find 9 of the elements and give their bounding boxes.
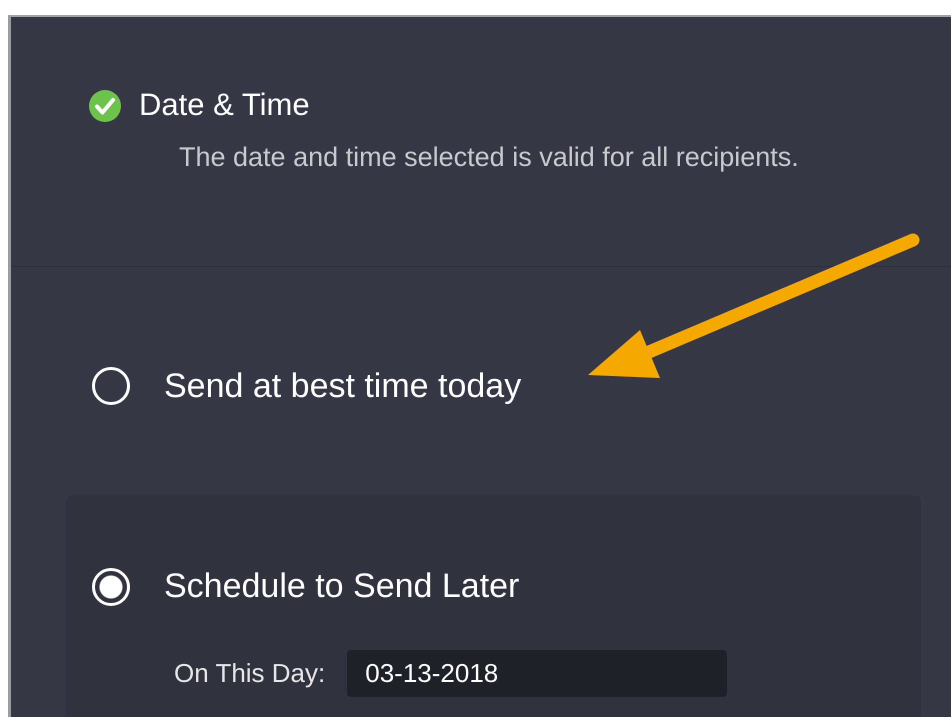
validation-message: The date and time selected is valid for all recipients. [179, 141, 799, 174]
radio-button[interactable] [92, 367, 130, 405]
section-title: Date & Time [139, 87, 311, 123]
radio-button[interactable] [92, 568, 130, 606]
check-icon [89, 90, 121, 122]
option-label[interactable]: Schedule to Send Later [164, 567, 520, 606]
field-label: On This Day: [174, 658, 326, 689]
date-field[interactable]: 03-13-2018 [347, 650, 728, 697]
option-label[interactable]: Send at best time today [164, 366, 522, 406]
